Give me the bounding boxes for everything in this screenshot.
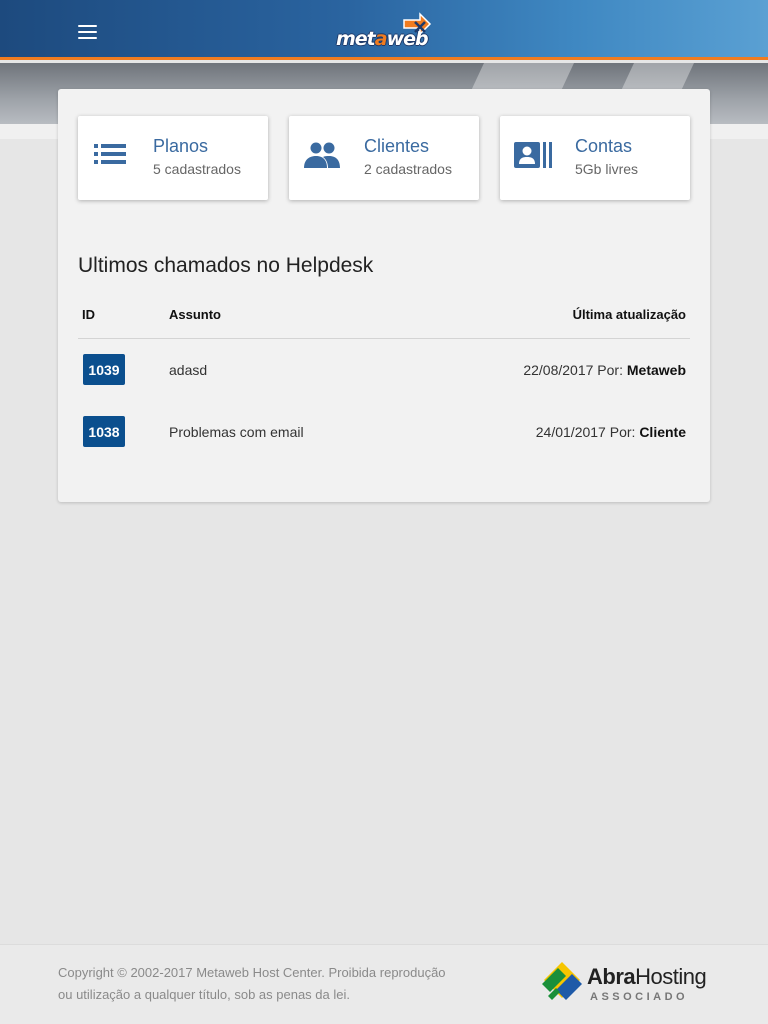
abrahosting-tag: ASSOCIADO bbox=[590, 991, 689, 1003]
stat-subtitle: 2 cadastrados bbox=[364, 161, 452, 177]
stat-card-planos[interactable]: Planos 5 cadastrados bbox=[78, 116, 268, 200]
footer: Copyright © 2002-2017 Metaweb Host Cente… bbox=[0, 944, 768, 1024]
ticket-id-badge[interactable]: 1038 bbox=[83, 416, 125, 447]
ticket-by: Cliente bbox=[639, 424, 686, 440]
stat-card-contas[interactable]: Contas 5Gb livres bbox=[500, 116, 690, 200]
helpdesk-title: Ultimos chamados no Helpdesk bbox=[78, 254, 374, 277]
hamburger-menu-icon[interactable] bbox=[78, 25, 97, 39]
ticket-date: 22/08/2017 bbox=[523, 362, 594, 378]
ticket-subject: Problemas com email bbox=[169, 424, 304, 440]
column-header-id: ID bbox=[82, 307, 95, 322]
list-icon bbox=[94, 144, 126, 164]
dashboard-card: Planos 5 cadastrados Clientes 2 cadastra… bbox=[58, 89, 710, 502]
table-row[interactable]: 1039 adasd 22/08/2017 Por: Metaweb bbox=[78, 354, 690, 386]
abrahosting-brand: AbraHosting bbox=[587, 964, 707, 989]
table-row[interactable]: 1038 Problemas com email 24/01/2017 Por:… bbox=[78, 416, 690, 448]
stat-subtitle: 5Gb livres bbox=[575, 161, 639, 177]
logo-arrow-icon bbox=[403, 12, 432, 36]
stat-subtitle: 5 cadastrados bbox=[153, 161, 241, 177]
stat-title: Contas bbox=[575, 136, 633, 156]
column-header-subject: Assunto bbox=[169, 307, 221, 322]
people-icon bbox=[304, 142, 340, 168]
metaweb-logo[interactable]: metaweb bbox=[334, 10, 434, 50]
ticket-updated: 24/01/2017 Por: Cliente bbox=[536, 424, 686, 440]
ticket-id-badge[interactable]: 1039 bbox=[83, 354, 125, 385]
ticket-by-label: Por: bbox=[597, 362, 623, 378]
stat-title: Planos bbox=[153, 136, 209, 156]
stat-title: Clientes bbox=[364, 136, 430, 156]
ticket-updated: 22/08/2017 Por: Metaweb bbox=[523, 362, 686, 378]
ticket-by-label: Por: bbox=[609, 424, 636, 440]
stat-card-clientes[interactable]: Clientes 2 cadastrados bbox=[289, 116, 479, 200]
column-header-updated: Última atualização bbox=[572, 307, 686, 322]
ticket-by: Metaweb bbox=[626, 362, 686, 378]
contact-card-icon bbox=[514, 142, 552, 168]
top-header: metaweb bbox=[0, 0, 768, 60]
ticket-subject: adasd bbox=[169, 362, 208, 378]
abrahosting-logo-icon bbox=[542, 962, 582, 1000]
abrahosting-badge[interactable]: AbraHosting ASSOCIADO bbox=[540, 960, 715, 1008]
copyright-text: Copyright © 2002-2017 Metaweb Host Cente… bbox=[58, 965, 446, 1002]
table-header: ID Assunto Última atualização bbox=[78, 305, 690, 339]
ticket-date: 24/01/2017 bbox=[535, 424, 606, 440]
